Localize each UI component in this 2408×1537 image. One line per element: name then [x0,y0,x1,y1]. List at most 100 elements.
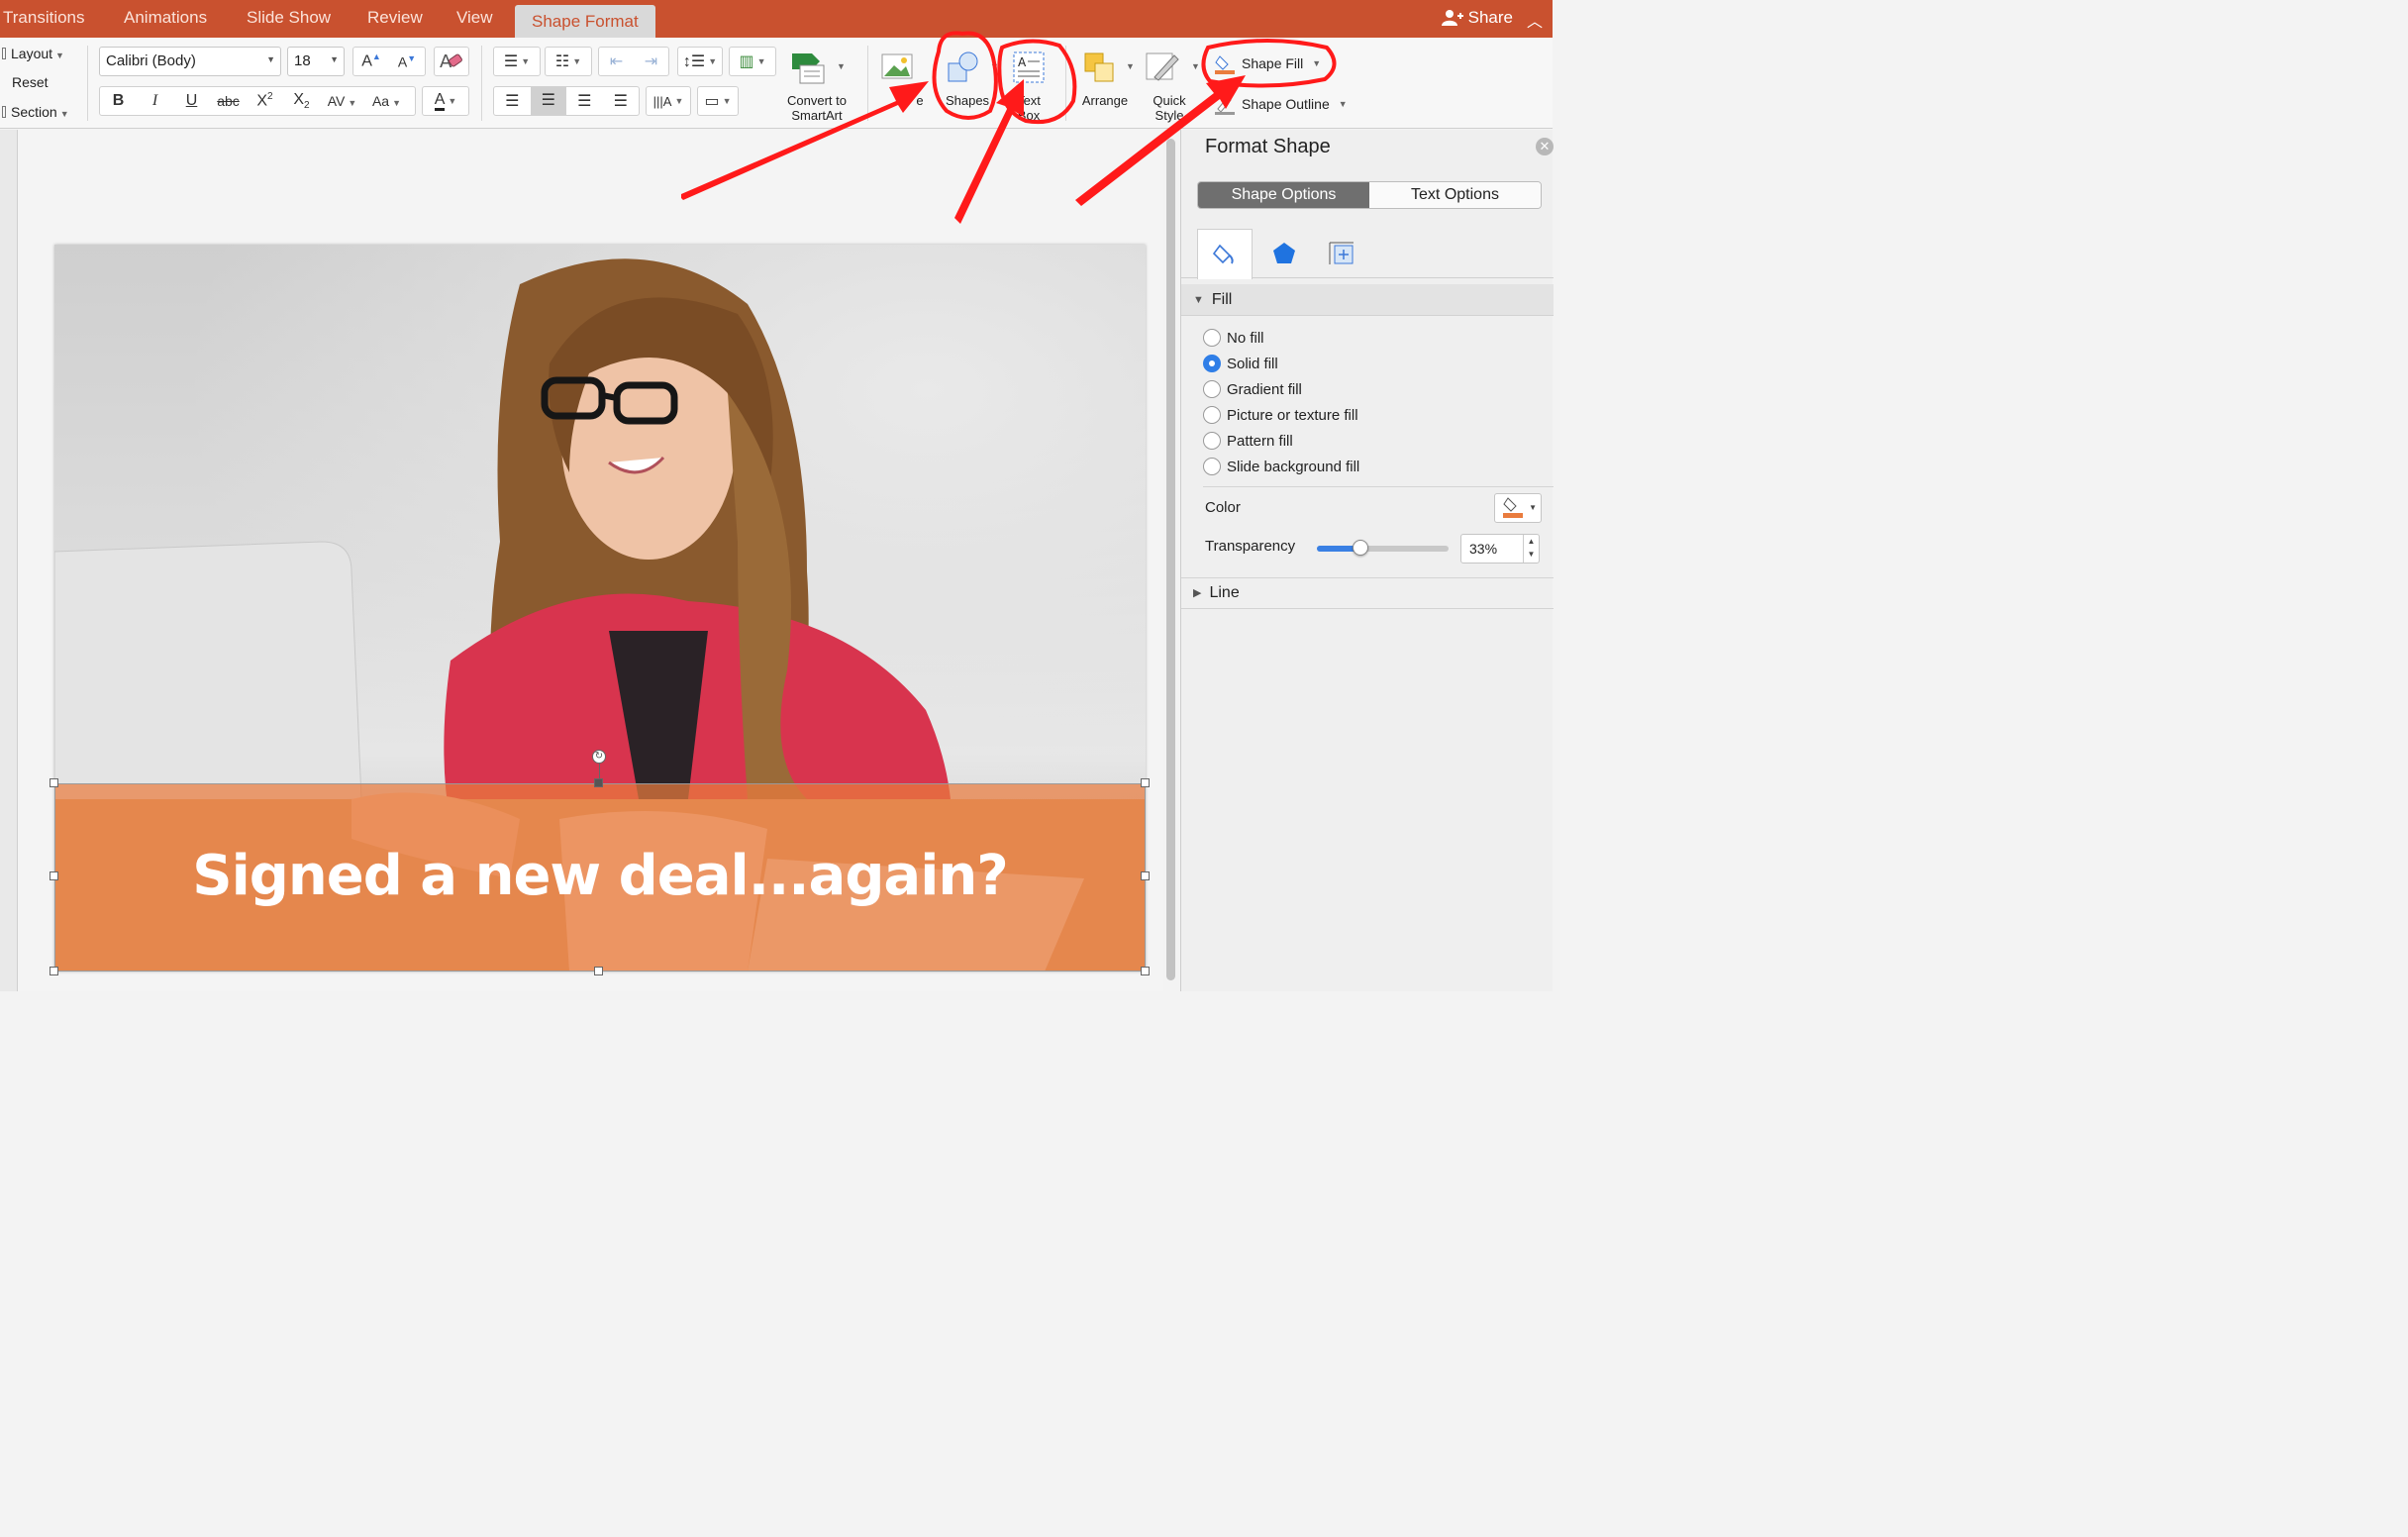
slide-thumbnail-strip[interactable] [0,130,18,991]
superscript-icon[interactable]: X2 [247,91,283,110]
slide-headline[interactable]: Signed a new deal...again? [54,844,1146,908]
radio-button[interactable] [1203,458,1221,475]
tab-effects[interactable] [1256,229,1312,278]
align-right-icon[interactable]: ☰ [566,91,603,111]
justify-icon[interactable]: ☰ [603,91,640,111]
quick-styles-icon[interactable] [1145,50,1182,85]
character-spacing-icon[interactable]: AV ▼ [320,93,364,109]
fill-option-gradient-fill[interactable]: Gradient fill [1203,380,1302,398]
align-left-icon[interactable]: ☰ [494,91,531,111]
transparency-slider-handle[interactable] [1352,540,1368,556]
decrease-font-size-icon[interactable]: A▼ [389,53,425,70]
text-box-label[interactable]: Text Box [1006,93,1052,123]
arrange-label[interactable]: Arrange [1075,93,1135,108]
change-case-icon[interactable]: Aa ▼ [364,93,409,109]
tab-text-options[interactable]: Text Options [1369,182,1541,208]
shape-fill-button[interactable]: Shape Fill ▼ [1214,52,1321,74]
increase-indent-icon[interactable]: ⇥ [634,51,668,71]
radio-button[interactable] [1203,432,1221,450]
chevron-down-icon: ▼ [330,54,339,64]
resize-handle-top[interactable] [594,778,603,787]
underline-icon[interactable]: U [173,92,210,110]
close-icon[interactable]: ✕ [1536,138,1554,155]
quick-styles-label-line1: Quick [1153,93,1186,108]
transparency-slider[interactable] [1317,540,1449,556]
radio-button[interactable] [1203,329,1221,347]
tab-slide-show[interactable]: Slide Show [247,8,331,28]
transparency-stepper[interactable]: ▲ ▼ [1523,535,1539,563]
chevron-down-icon: ▼ [572,56,582,66]
tab-animations[interactable]: Animations [124,8,207,28]
bold-icon[interactable]: B [100,92,137,110]
fill-option-no-fill[interactable]: No fill [1203,329,1264,347]
quick-styles-label[interactable]: Quick Style [1141,93,1198,123]
arrange-icon[interactable] [1083,50,1121,85]
ribbon-divider [87,46,88,121]
resize-handle-top-right[interactable] [1141,778,1150,787]
strikethrough-icon[interactable]: abc [210,93,247,109]
transparency-input[interactable]: 33% ▲ ▼ [1460,534,1540,564]
font-size-select[interactable]: 18 ▼ [287,47,345,76]
fill-option-label: Picture or texture fill [1227,406,1358,424]
section-button[interactable]: Section ▼ [2,104,69,120]
radio-button[interactable] [1203,380,1221,398]
fill-section-header[interactable]: ▼ Fill [1181,284,1554,316]
align-text-button[interactable]: ▭ ▼ [697,86,739,116]
chevron-down-icon: ▼ [55,51,64,60]
columns-button[interactable]: ▥ ▼ [729,47,776,76]
radio-button[interactable] [1203,406,1221,424]
shapes-label[interactable]: Shapes [941,93,994,108]
font-color-button[interactable]: A ▼ [422,86,469,116]
italic-icon[interactable]: I [137,92,173,110]
resize-handle-top-left[interactable] [50,778,58,787]
paint-bucket-icon [1215,55,1235,74]
tab-view[interactable]: View [456,8,493,28]
convert-smartart-label[interactable]: Convert to SmartArt [772,93,861,123]
text-box-icon[interactable]: A [1010,50,1048,85]
clear-formatting-button[interactable]: A [434,47,469,76]
resize-handle-bottom-left[interactable] [50,967,58,975]
share-button[interactable]: Share [1441,8,1513,28]
decrease-indent-icon[interactable]: ⇤ [599,51,634,71]
svg-text:A: A [1018,55,1027,69]
reset-button[interactable]: Reset [12,74,49,90]
picture-label[interactable]: e [913,93,927,108]
shape-outline-button[interactable]: Shape Outline ▼ [1214,93,1348,115]
text-direction-button[interactable]: |||A ▼ [646,86,691,116]
tab-fill-line[interactable] [1197,229,1253,279]
numbering-button[interactable]: ☷ ▼ [545,47,592,76]
chevron-down-icon: ▼ [674,96,684,106]
layout-label: Layout [11,46,53,61]
radio-button-selected[interactable] [1203,355,1221,372]
rotation-handle-icon[interactable]: ↻ [592,750,606,764]
line-section-header[interactable]: ▶ Line [1181,577,1554,609]
line-spacing-button[interactable]: ↕☰ ▼ [677,47,723,76]
picture-icon[interactable] [879,50,917,85]
resize-handle-bottom[interactable] [594,967,603,975]
collapse-ribbon-icon[interactable]: ︿ [1527,8,1543,32]
subscript-icon[interactable]: X2 [283,91,320,111]
divider [1203,486,1554,487]
fill-color-picker[interactable]: ▼ [1494,493,1542,523]
layout-button[interactable]: Layout ▼ [2,46,64,61]
fill-option-solid-fill[interactable]: Solid fill [1203,355,1278,372]
tab-size-properties[interactable] [1314,229,1369,278]
tab-review[interactable]: Review [367,8,423,28]
canvas-scrollbar[interactable] [1166,139,1175,980]
ribbon-tab-bar: Transitions Animations Slide Show Review… [0,0,1553,38]
resize-handle-left[interactable] [50,871,58,880]
bullets-button[interactable]: ☰ ▼ [493,47,541,76]
increase-font-size-icon[interactable]: A▲ [353,51,389,70]
align-center-icon[interactable]: ☰ [530,87,566,115]
resize-handle-bottom-right[interactable] [1141,967,1150,975]
shapes-icon[interactable] [945,50,982,85]
tab-transitions[interactable]: Transitions [3,8,85,28]
fill-option-picture-texture[interactable]: Picture or texture fill [1203,406,1358,424]
fill-option-pattern-fill[interactable]: Pattern fill [1203,432,1293,450]
resize-handle-right[interactable] [1141,871,1150,880]
tab-shape-options[interactable]: Shape Options [1198,182,1369,208]
smartart-icon[interactable] [790,51,828,87]
font-name-select[interactable]: Calibri (Body) ▼ [99,47,281,76]
fill-option-slide-background[interactable]: Slide background fill [1203,458,1359,475]
tab-shape-format[interactable]: Shape Format [515,5,655,38]
